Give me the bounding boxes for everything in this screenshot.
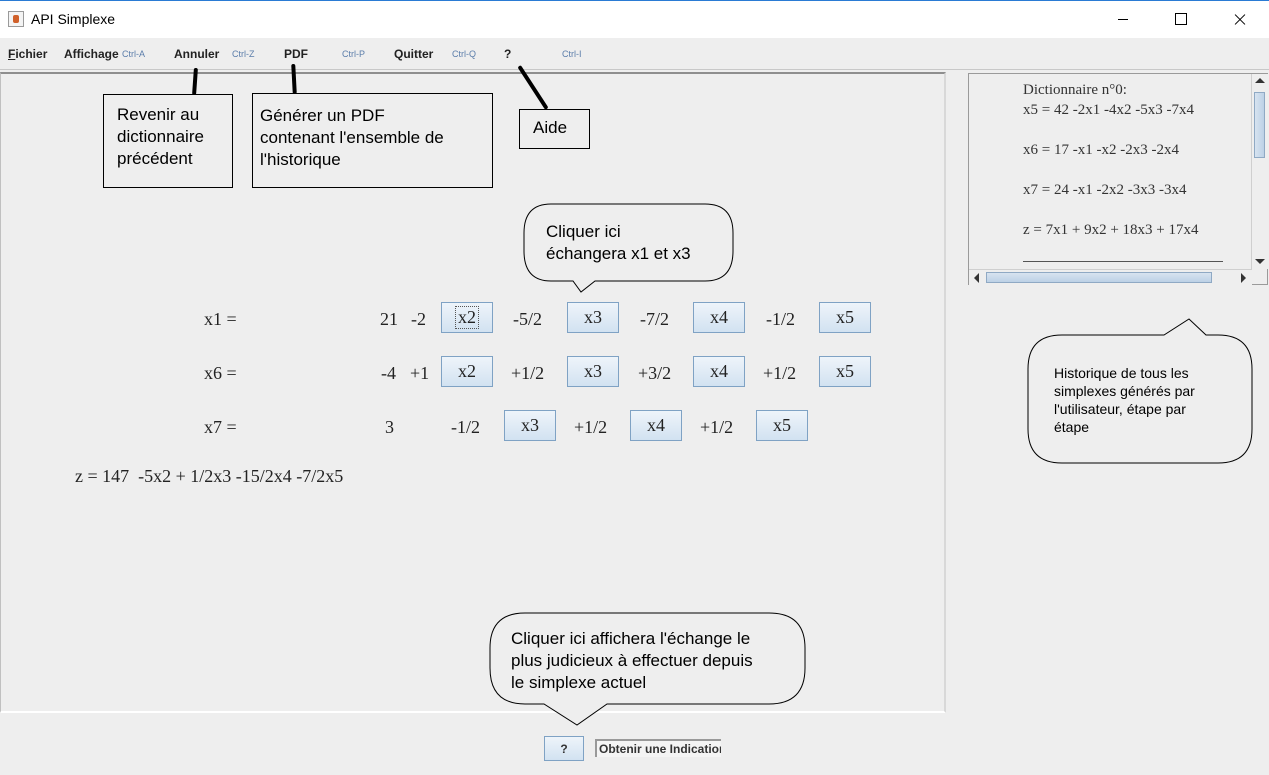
accel-annuler: Ctrl-Z	[232, 49, 255, 59]
minimize-icon[interactable]	[1094, 1, 1152, 39]
equation-constant: 3	[385, 417, 394, 437]
callout-aide-text: Aide	[533, 118, 568, 137]
scroll-right-icon[interactable]	[1241, 273, 1246, 283]
history-panel: Dictionnaire n°0: x5 = 42 -2x1 -4x2 -5x3…	[968, 73, 1268, 285]
history-title: Dictionnaire n°0:	[1023, 82, 1127, 98]
bubble-hint-line: le simplexe actuel	[511, 673, 647, 692]
history-horizontal-scrollbar[interactable]	[969, 269, 1252, 285]
callout-annuler-line: dictionnaire	[117, 127, 204, 146]
bubble-history-line: étape	[1054, 419, 1090, 435]
bubble-swap-line: Cliquer ici	[546, 222, 621, 241]
swap-button-x4[interactable]: x4	[630, 410, 682, 441]
swap-button-x4[interactable]: x4	[693, 356, 745, 387]
callout-pdf: Générer un PDF contenant l'ensemble de l…	[252, 93, 493, 188]
history-line: z = 7x1 + 9x2 + 18x3 + 17x4	[1023, 222, 1199, 238]
swap-button-x2[interactable]: x2	[441, 356, 493, 387]
history-vertical-scrollbar[interactable]	[1251, 74, 1268, 269]
menu-pdf[interactable]: PDF	[284, 47, 308, 61]
callout-annuler: Revenir au dictionnaire précédent	[103, 94, 233, 188]
swap-button-x4[interactable]: x4	[693, 302, 745, 333]
history-line: x6 = 17 -x1 -x2 -2x3 -2x4	[1023, 142, 1179, 158]
swap-button-x3[interactable]: x3	[567, 356, 619, 387]
close-icon[interactable]	[1210, 1, 1268, 39]
objective-function: z = 147 -5x2 + 1/2x3 -15/2x4 -7/2x5	[75, 466, 344, 486]
coefficient: +1/2	[511, 363, 545, 383]
hint-button[interactable]: ?	[544, 736, 584, 761]
bubble-history-line: Historique de tous les	[1054, 365, 1189, 381]
coefficient: -7/2	[640, 309, 669, 329]
bubble-history-line: simplexes générés par	[1054, 383, 1195, 399]
coefficient: +1	[410, 363, 430, 383]
coefficient: -2	[411, 309, 426, 329]
bubble-hint: Cliquer ici affichera l'échange le plus …	[511, 628, 753, 694]
hint-label: Obtenir une Indication	[595, 739, 721, 757]
swap-button-x3[interactable]: x3	[504, 410, 556, 441]
accel-quitter: Ctrl-Q	[452, 49, 476, 59]
coefficient: -1/2	[766, 309, 795, 329]
menu-annuler[interactable]: Annuler	[174, 47, 219, 61]
accel-affichage: Ctrl-A	[122, 49, 145, 59]
menu-fichier[interactable]: Fichier	[8, 47, 47, 61]
history-line: x5 = 42 -2x1 -4x2 -5x3 -7x4	[1023, 102, 1194, 118]
window-title: API Simplexe	[31, 11, 116, 27]
history-separator	[1023, 261, 1223, 262]
bubble-hint-line: plus judicieux à effectuer depuis	[511, 651, 753, 670]
bubble-swap: Cliquer ici échangera x1 et x3	[546, 221, 691, 265]
scroll-down-icon[interactable]	[1255, 259, 1265, 264]
callout-aide: Aide	[519, 109, 590, 149]
swap-button-x5[interactable]: x5	[756, 410, 808, 441]
equation-constant: 21	[380, 309, 398, 329]
scroll-thumb[interactable]	[986, 272, 1212, 283]
swap-button-x5[interactable]: x5	[819, 356, 871, 387]
coefficient: +1/2	[763, 363, 797, 383]
swap-button-x3[interactable]: x3	[567, 302, 619, 333]
callout-pdf-line: l'historique	[260, 150, 341, 169]
bubble-swap-line: échangera x1 et x3	[546, 244, 691, 263]
menu-quitter[interactable]: Quitter	[394, 47, 433, 61]
swap-button-x5[interactable]: x5	[819, 302, 871, 333]
swap-button-x2[interactable]: x2	[441, 302, 493, 333]
scroll-up-icon[interactable]	[1255, 78, 1265, 83]
equation-label-x1: x1 =	[204, 309, 237, 329]
coefficient: -1/2	[451, 417, 480, 437]
coefficient: +1/2	[700, 417, 734, 437]
callout-annuler-line: Revenir au	[117, 105, 200, 124]
menu-bar: Fichier Affichage Ctrl-A Annuler Ctrl-Z …	[0, 38, 1269, 70]
window-titlebar: API Simplexe	[0, 0, 1269, 38]
menu-affichage[interactable]: Affichage	[64, 47, 119, 61]
menu-aide[interactable]: ?	[504, 47, 511, 61]
java-app-icon	[8, 11, 24, 27]
bubble-history-line: l'utilisateur, étape par	[1054, 401, 1186, 417]
scroll-left-icon[interactable]	[974, 273, 979, 283]
accel-pdf: Ctrl-P	[342, 49, 365, 59]
coefficient: -5/2	[513, 309, 542, 329]
equation-label-x7: x7 =	[204, 417, 237, 437]
coefficient: +3/2	[638, 363, 672, 383]
maximize-icon[interactable]	[1152, 1, 1210, 39]
equation-constant: -4	[381, 363, 396, 383]
accel-aide: Ctrl-I	[562, 49, 582, 59]
callout-annuler-line: précédent	[117, 149, 193, 168]
callout-pdf-line: contenant l'ensemble de	[260, 128, 444, 147]
coefficient: +1/2	[574, 417, 608, 437]
history-line: x7 = 24 -x1 -2x2 -3x3 -3x4	[1023, 182, 1187, 198]
callout-pdf-line: Générer un PDF	[260, 106, 385, 125]
bubble-history: Historique de tous les simplexes générés…	[1054, 364, 1195, 436]
swap-button-label: x2	[455, 306, 479, 329]
bubble-hint-line: Cliquer ici affichera l'échange le	[511, 629, 751, 648]
scroll-thumb[interactable]	[1254, 92, 1265, 158]
equation-label-x6: x6 =	[204, 363, 237, 383]
